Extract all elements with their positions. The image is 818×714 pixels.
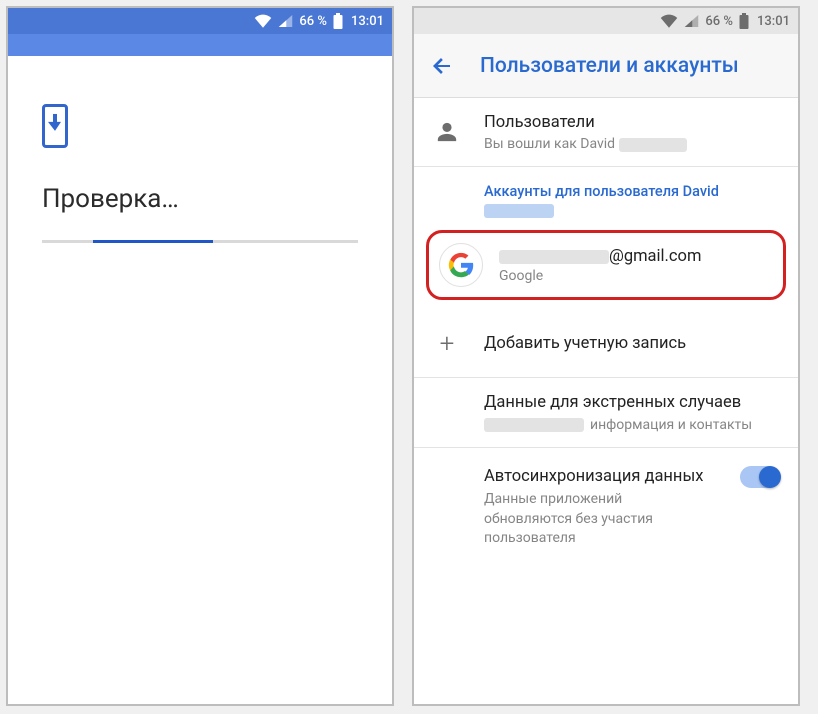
google-logo-icon: [439, 243, 483, 287]
row-add-account[interactable]: + Добавить учетную запись: [414, 310, 798, 378]
app-bar: Пользователи и аккаунты: [414, 34, 798, 98]
signal-icon: [278, 14, 293, 28]
person-icon: [432, 121, 462, 143]
users-title: Пользователи: [484, 112, 780, 134]
row-google-account[interactable]: @gmail.com Google: [426, 230, 786, 300]
screen-checking: 66 % 13:01 Проверка…: [6, 6, 394, 706]
download-to-phone-icon: [42, 104, 68, 148]
back-arrow-icon[interactable]: [430, 54, 454, 78]
redacted-text: [484, 418, 584, 432]
wifi-icon: [254, 14, 272, 28]
row-autosync[interactable]: Автосинхронизация данных Данные приложен…: [414, 448, 798, 571]
account-email: @gmail.com: [499, 247, 701, 266]
checking-title: Проверка…: [42, 184, 358, 214]
autosync-subtitle: Данные приложений обновляются без участи…: [484, 490, 706, 549]
users-subtitle: Вы вошли как David: [484, 136, 780, 152]
screen-accounts: 66 % 13:01 Пользователи и аккаунты Польз…: [412, 6, 800, 706]
autosync-title: Автосинхронизация данных: [484, 466, 706, 488]
autosync-toggle[interactable]: [740, 466, 780, 488]
header-accent: [8, 34, 392, 56]
plus-icon: +: [432, 331, 462, 357]
wifi-icon: [660, 14, 678, 28]
battery-percent: 66 %: [705, 14, 733, 29]
account-provider: Google: [499, 268, 701, 284]
progress-bar: [42, 240, 358, 243]
row-emergency-info[interactable]: Данные для экстренных случаев информация…: [414, 378, 798, 447]
emergency-subtitle: информация и контакты: [484, 417, 780, 433]
status-bar: 66 % 13:01: [8, 8, 392, 34]
status-bar: 66 % 13:01: [414, 8, 798, 34]
clock: 13:01: [757, 14, 790, 29]
page-title: Пользователи и аккаунты: [480, 54, 739, 78]
battery-icon: [739, 13, 749, 29]
redacted-text: [619, 138, 687, 152]
add-account-label: Добавить учетную запись: [484, 333, 780, 355]
redacted-text: [484, 204, 554, 218]
battery-percent: 66 %: [299, 14, 327, 29]
row-users[interactable]: Пользователи Вы вошли как David: [414, 98, 798, 167]
signal-icon: [684, 14, 699, 28]
battery-icon: [333, 13, 343, 29]
section-accounts-header: Аккаунты для пользователя David: [414, 167, 798, 224]
emergency-title: Данные для экстренных случаев: [484, 392, 780, 414]
redacted-text: [499, 250, 609, 264]
clock: 13:01: [351, 14, 384, 29]
